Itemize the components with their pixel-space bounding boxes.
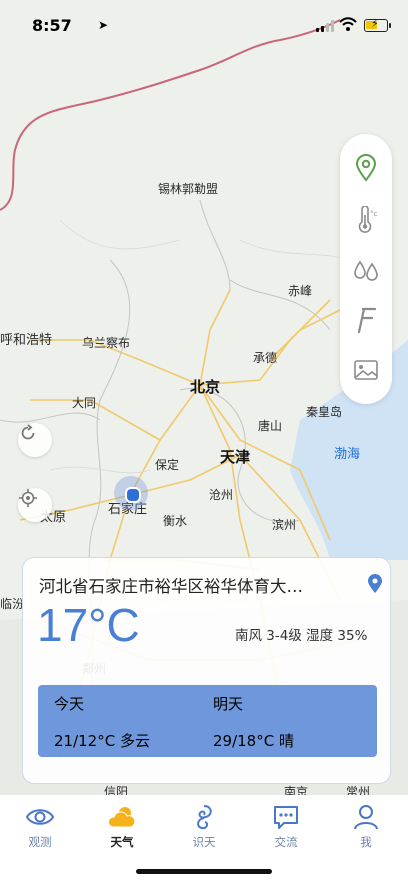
home-indicator bbox=[136, 869, 272, 874]
weather-info-card[interactable]: 河北省石家庄市裕华区裕华体育大… 17°C 南风 3-4级 湿度 35% 今天 … bbox=[22, 557, 391, 784]
location-arrow-icon: ➤ bbox=[98, 18, 109, 32]
tab-me[interactable]: 我 bbox=[336, 803, 396, 853]
layer-temperature-button[interactable]: °c bbox=[350, 204, 382, 236]
tab-identify[interactable]: 识天 bbox=[174, 803, 234, 853]
locate-me-button[interactable] bbox=[18, 488, 52, 522]
map-city-label: 滨州 bbox=[272, 518, 297, 532]
map-city-label: 沧州 bbox=[209, 488, 234, 502]
svg-text:°c: °c bbox=[370, 210, 378, 218]
wind-layer-icon bbox=[357, 307, 377, 334]
map-sea-label: 渤海 bbox=[334, 447, 361, 462]
forecast-day-label: 今天 bbox=[54, 695, 85, 713]
map-city-label: 天津 bbox=[220, 448, 251, 466]
map-city-label: 锡林郭勒盟 bbox=[158, 182, 219, 196]
eye-icon bbox=[25, 809, 55, 825]
tab-label: 交流 bbox=[274, 835, 298, 849]
cloud-sun-icon bbox=[107, 807, 136, 828]
refresh-button[interactable] bbox=[18, 423, 52, 457]
layer-image-button[interactable] bbox=[350, 354, 382, 386]
forecast-detail: 29/18°C 晴 bbox=[213, 732, 294, 750]
map-city-label: 乌兰察布 bbox=[82, 336, 131, 350]
current-location-marker bbox=[114, 476, 148, 510]
image-layer-icon bbox=[354, 360, 378, 380]
battery-tip bbox=[389, 23, 391, 28]
layer-precipitation-button[interactable] bbox=[350, 254, 382, 286]
map-city-label: 秦皇岛 bbox=[306, 405, 343, 419]
tab-weather[interactable]: 天气 bbox=[92, 803, 152, 853]
chat-icon bbox=[274, 806, 298, 829]
layer-wind-button[interactable] bbox=[350, 304, 382, 336]
tab-label: 观测 bbox=[28, 835, 52, 849]
location-address: 河北省石家庄市裕华区裕华体育大… bbox=[39, 577, 303, 596]
person-icon bbox=[354, 805, 378, 830]
map-city-label: 赤峰 bbox=[288, 284, 313, 298]
tab-observe[interactable]: 观测 bbox=[10, 803, 70, 853]
status-time: 8:57 bbox=[32, 16, 72, 35]
map-city-label: 北京 bbox=[190, 378, 221, 396]
tab-label: 我 bbox=[360, 835, 372, 849]
tab-label: 天气 bbox=[110, 835, 134, 849]
map-city-label: 衡水 bbox=[163, 514, 188, 528]
map-city-label: 呼和浩特 bbox=[0, 333, 53, 348]
map-city-label: 保定 bbox=[155, 458, 180, 472]
map-layer-panel: °c bbox=[340, 134, 392, 404]
location-pin-icon bbox=[355, 154, 377, 182]
precipitation-icon bbox=[354, 260, 378, 281]
tab-label: 识天 bbox=[192, 835, 216, 849]
forecast-day-label: 明天 bbox=[213, 695, 244, 713]
current-temperature: 17°C bbox=[37, 599, 140, 651]
forecast-panel: 今天 21/12°C 多云 明天 29/18°C 晴 bbox=[38, 685, 377, 757]
tab-chat[interactable]: 交流 bbox=[256, 803, 316, 853]
map-city-label: 大同 bbox=[72, 396, 97, 410]
location-pin-icon[interactable] bbox=[367, 574, 383, 594]
thermometer-icon: °c bbox=[358, 206, 378, 233]
map-city-label: 临汾 bbox=[0, 597, 25, 611]
wifi-icon bbox=[339, 17, 357, 31]
wind-humidity-text: 南风 3-4级 湿度 35% bbox=[235, 628, 368, 644]
crosshair-icon bbox=[19, 489, 37, 507]
cellular-signal-icon bbox=[316, 20, 334, 32]
identify-weather-icon bbox=[197, 805, 212, 830]
forecast-detail: 21/12°C 多云 bbox=[54, 732, 150, 750]
status-bar: 8:57 ➤ ⚡ bbox=[0, 0, 408, 50]
refresh-icon bbox=[21, 424, 35, 440]
battery-icon: ⚡ bbox=[364, 17, 388, 32]
map-city-label: 承德 bbox=[253, 351, 278, 365]
map-city-label: 唐山 bbox=[258, 419, 283, 433]
layer-location-button[interactable] bbox=[350, 152, 382, 184]
